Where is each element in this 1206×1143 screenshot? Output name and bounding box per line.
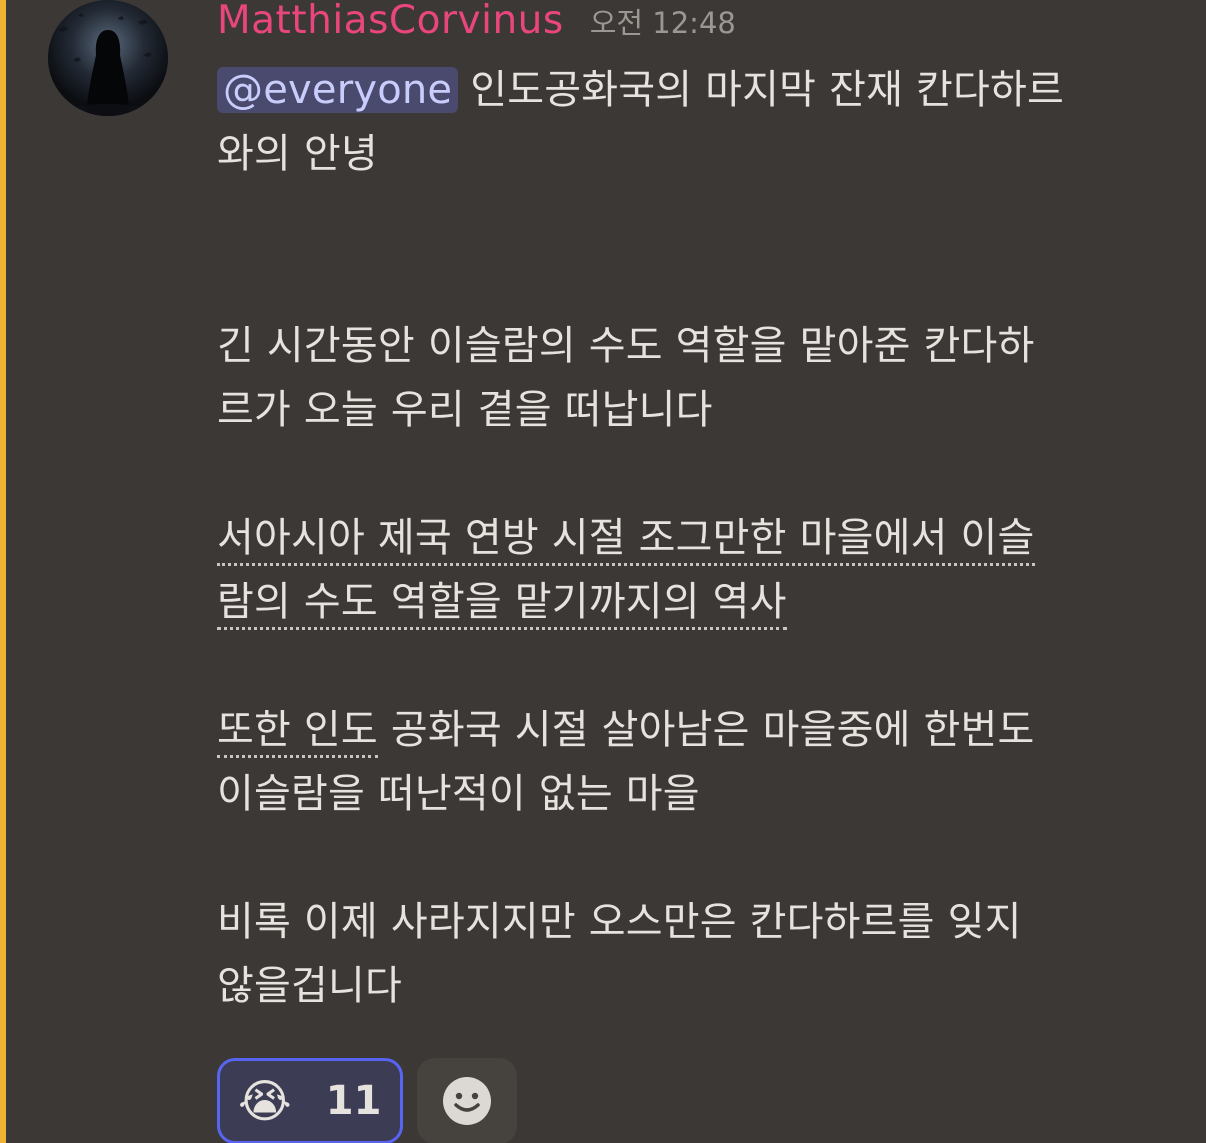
loudly-crying-face-icon: 😭 <box>238 1074 292 1128</box>
reaction-crying-face[interactable]: 😭 11 <box>217 1058 403 1143</box>
message-paragraph-3: 또한 인도 공화국 시절 살아남은 마을중에 한번도 이슬람을 떠난적이 없는 … <box>217 698 1147 826</box>
underlined-text-short[interactable]: 또한 인도 <box>217 707 378 758</box>
message-headline-paragraph: @everyone 인도공화국의 마지막 잔재 칸다하르 와의 안녕 <box>217 58 1147 186</box>
message-paragraph-2: 서아시아 제국 연방 시절 조그만한 마을에서 이슬람의 수도 역할을 맡기까지… <box>217 506 1147 634</box>
message-paragraph-1: 긴 시간동안 이슬람의 수도 역할을 맡아준 칸다하 르가 오늘 우리 곁을 떠… <box>217 323 1035 433</box>
reactions-bar: 😭 11 <box>217 1058 517 1143</box>
underlined-text-line-2[interactable]: 람의 수도 역할을 맡기까지의 역사 <box>217 579 787 630</box>
message-header: MatthiasCorvinus 오전 12:48 <box>217 0 736 48</box>
reaction-count: 11 <box>325 1078 382 1124</box>
message-content: @everyone 인도공화국의 마지막 잔재 칸다하르 와의 안녕 긴 시간동안… <box>217 58 1147 1018</box>
mention-highlight-bar <box>0 0 6 1143</box>
underlined-text-line-1[interactable]: 서아시아 제국 연방 시절 조그만한 마을에서 이슬 <box>217 515 1035 566</box>
add-reaction-button[interactable] <box>417 1058 517 1143</box>
timestamp[interactable]: 오전 12:48 <box>590 0 736 42</box>
avatar[interactable] <box>48 0 168 116</box>
avatar-image <box>48 0 168 116</box>
message-paragraph-4: 비록 이제 사라지지만 오스만은 칸다하르를 잊지 않을겁니다 <box>217 899 1022 1009</box>
smiley-face-icon <box>443 1077 491 1125</box>
everyone-mention[interactable]: @everyone <box>217 67 459 113</box>
username[interactable]: MatthiasCorvinus <box>217 0 564 43</box>
